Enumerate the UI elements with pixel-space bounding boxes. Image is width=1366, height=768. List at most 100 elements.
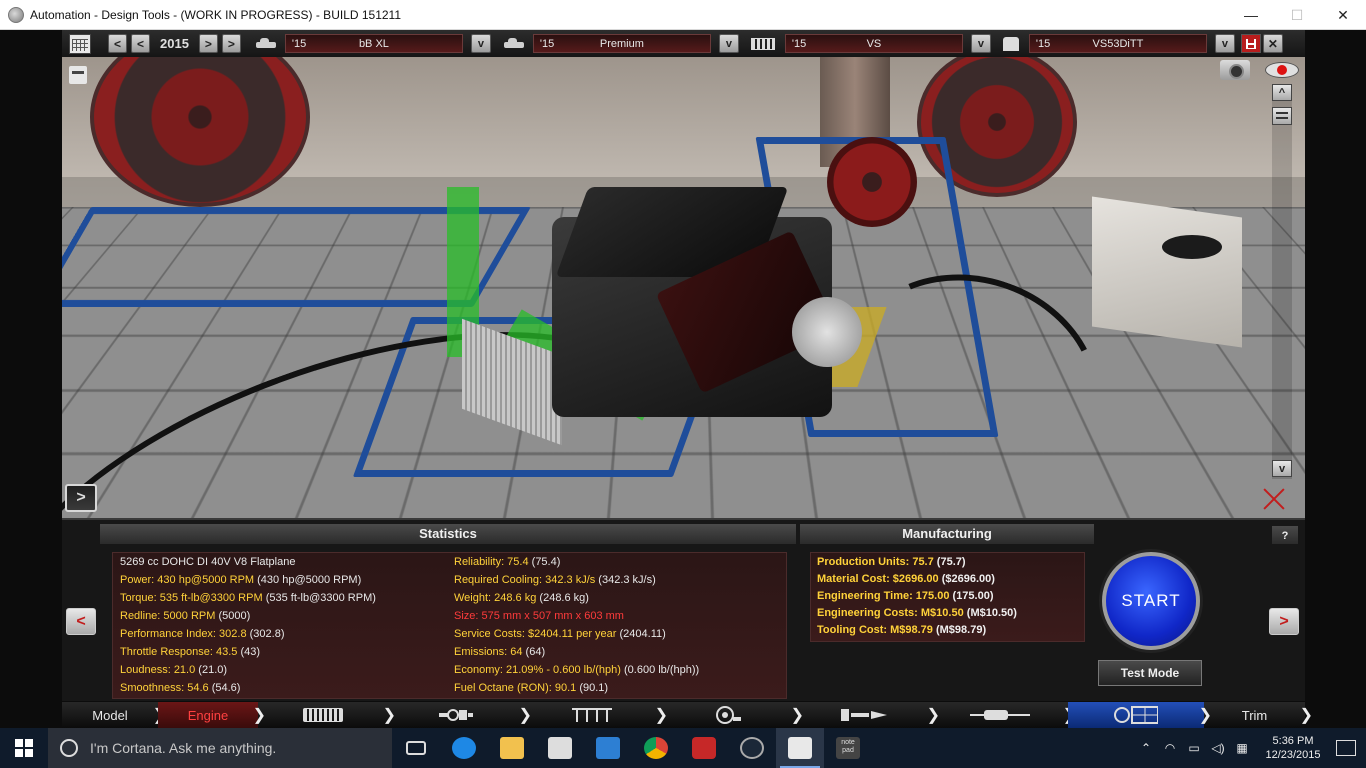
folder-icon <box>500 737 524 759</box>
scroll-up-button[interactable]: ^ <box>1272 84 1292 101</box>
control-panel-app[interactable] <box>584 728 632 768</box>
model-selector[interactable]: '15 bB XL <box>285 34 463 53</box>
engine-3d-viewport[interactable]: > ^ v <box>62 57 1305 518</box>
statistics-list: 5269 cc DOHC DI 40V V8 Flatplane Power: … <box>112 552 787 699</box>
design-toolbar: < < 2015 > > '15 bB XL v '15 Premium v '… <box>62 30 1305 57</box>
engine-family-icon <box>751 38 775 50</box>
window-title: Automation - Design Tools - (WORK IN PRO… <box>30 8 401 22</box>
system-tray: ⌃ ◠ ▭ ◁) ▦ 5:36 PM 12/23/2015 <box>1134 728 1366 768</box>
year-prev-button[interactable]: < <box>131 34 150 53</box>
manufacturing-list: Production Units: 75.7 (75.7) Material C… <box>810 552 1085 642</box>
scroll-down-button[interactable]: v <box>1272 460 1292 477</box>
stat-throttle-response: Throttle Response: 43.5 (43) <box>120 646 260 664</box>
tab-exhaust[interactable] <box>932 702 1068 728</box>
keyboard-icon[interactable]: ▦ <box>1230 741 1254 755</box>
design-tabs: Model Engine Trim <box>62 702 1305 728</box>
tab-top-end[interactable] <box>524 702 660 728</box>
fuel-pump-icon <box>841 707 887 723</box>
action-center-icon[interactable] <box>1336 740 1356 756</box>
dyno-gauge-icon <box>1114 706 1158 724</box>
model-dropdown-button[interactable]: v <box>471 34 491 53</box>
car-trim-icon <box>503 37 525 51</box>
stat-loudness: Loudness: 21.0 (21.0) <box>120 664 227 682</box>
zoom-scrollbar[interactable] <box>1272 84 1292 479</box>
stat-emissions: Emissions: 64 (64) <box>454 646 545 664</box>
start-menu-button[interactable] <box>0 728 48 768</box>
tab-engine-block[interactable] <box>258 702 388 728</box>
tab-engine[interactable]: Engine <box>158 702 258 728</box>
year-next-button[interactable]: > <box>199 34 218 53</box>
tab-fuel-system[interactable] <box>796 702 932 728</box>
battery-icon[interactable]: ▭ <box>1182 741 1206 755</box>
power-app[interactable] <box>680 728 728 768</box>
year-next-far-button[interactable]: > <box>222 34 241 53</box>
engine-variant-dropdown-button[interactable]: v <box>1215 34 1235 53</box>
chrome-browser[interactable] <box>632 728 680 768</box>
prev-page-button[interactable]: < <box>66 608 96 635</box>
stat-performance-index: Performance Index: 302.8 (302.8) <box>120 628 285 646</box>
mfg-engineering-time: Engineering Time: 175.00 (175.00) <box>817 590 994 608</box>
tab-trim[interactable]: Trim <box>1204 702 1305 728</box>
engine-family-name: VS <box>786 38 962 50</box>
cortana-search[interactable]: I'm Cortana. Ask me anything. <box>48 728 392 768</box>
task-view-button[interactable] <box>392 728 440 768</box>
expand-panel-button[interactable]: > <box>65 484 97 512</box>
help-button[interactable]: ? <box>1272 526 1298 544</box>
scroll-thumb[interactable] <box>1272 107 1292 125</box>
valvetrain-icon <box>572 707 612 723</box>
mfg-material-cost: Material Cost: $2696.00 ($2696.00) <box>817 573 995 591</box>
windows-taskbar: I'm Cortana. Ask me anything. note pad ⌃… <box>0 728 1366 768</box>
system-clock[interactable]: 5:36 PM 12/23/2015 <box>1254 734 1332 762</box>
start-button[interactable]: START <box>1102 552 1200 650</box>
camera-icon[interactable] <box>1220 60 1250 80</box>
store-app[interactable] <box>536 728 584 768</box>
model-name: bB XL <box>286 38 462 50</box>
close-window-button[interactable]: ✕ <box>1320 0 1366 30</box>
automation-game-icon <box>788 737 812 759</box>
trim-dropdown-button[interactable]: v <box>719 34 739 53</box>
automation-game-app[interactable] <box>776 728 824 768</box>
v8-engine-model[interactable] <box>492 177 852 457</box>
view-toggle-icon[interactable] <box>1265 62 1299 78</box>
engine-variant-selector[interactable]: '15 VS53DiTT <box>1029 34 1207 53</box>
volume-icon[interactable]: ◁) <box>1206 741 1230 755</box>
edge-icon <box>452 737 476 759</box>
engine-variant-icon <box>1003 37 1019 51</box>
tab-aspiration[interactable] <box>660 702 796 728</box>
notepad-app[interactable]: note pad <box>824 728 872 768</box>
network-icon[interactable]: ◠ <box>1158 741 1182 755</box>
close-design-button[interactable]: ✕ <box>1263 34 1283 53</box>
tab-model[interactable]: Model <box>62 702 158 728</box>
tab-bottom-end[interactable] <box>388 702 524 728</box>
engine-family-selector[interactable]: '15 VS <box>785 34 963 53</box>
exhaust-icon <box>970 709 1030 721</box>
cortana-icon <box>60 739 78 757</box>
mfg-engineering-costs: Engineering Costs: M$10.50 (M$10.50) <box>817 607 1017 625</box>
task-view-icon <box>406 741 426 755</box>
calendar-icon[interactable] <box>69 34 91 54</box>
reset-view-icon[interactable] <box>1257 485 1291 513</box>
stat-weight: Weight: 248.6 kg (248.6 kg) <box>454 592 589 610</box>
trim-selector[interactable]: '15 Premium <box>533 34 711 53</box>
minimize-button[interactable]: — <box>1228 0 1274 30</box>
steam-app[interactable] <box>728 728 776 768</box>
power-icon <box>692 737 716 759</box>
fuel-tank <box>1092 196 1242 347</box>
next-page-button[interactable]: > <box>1269 608 1299 635</box>
edge-browser[interactable] <box>440 728 488 768</box>
mfg-production-units: Production Units: 75.7 (75.7) <box>817 556 966 574</box>
show-hidden-icons-chevron-icon[interactable]: ⌃ <box>1134 741 1158 755</box>
tab-tuning[interactable] <box>1068 702 1204 728</box>
stat-service-costs: Service Costs: $2404.11 per year (2404.1… <box>454 628 666 646</box>
maximize-button[interactable]: ☐ <box>1274 0 1320 30</box>
save-icon[interactable] <box>1241 34 1261 53</box>
year-prev-far-button[interactable]: < <box>108 34 127 53</box>
chrome-icon <box>644 737 668 759</box>
file-explorer[interactable] <box>488 728 536 768</box>
clock-time: 5:36 PM <box>1254 734 1332 748</box>
mfg-tooling-cost: Tooling Cost: M$98.79 (M$98.79) <box>817 624 986 642</box>
test-mode-button[interactable]: Test Mode <box>1098 660 1202 686</box>
settings-icon[interactable] <box>69 66 87 84</box>
engine-family-dropdown-button[interactable]: v <box>971 34 991 53</box>
stat-torque: Torque: 535 ft-lb@3300 RPM (535 ft-lb@33… <box>120 592 376 610</box>
